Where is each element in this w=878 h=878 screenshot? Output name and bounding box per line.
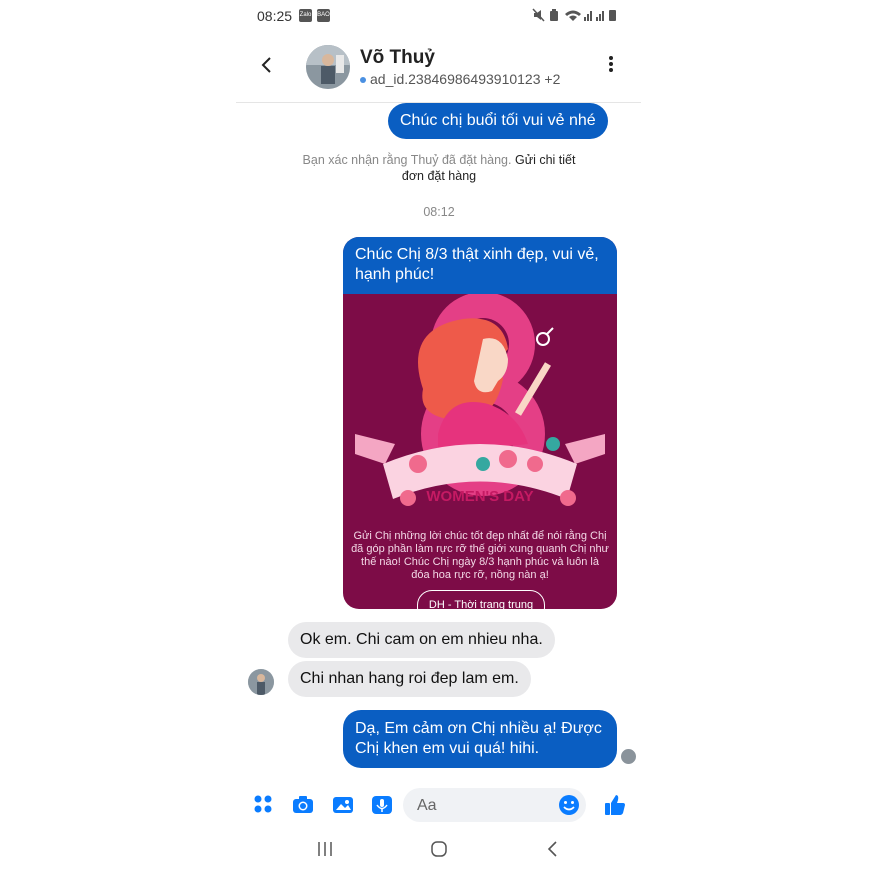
incoming-message[interactable]: Chi nhan hang roi đep lam em. <box>288 661 531 697</box>
zalo-icon: Zalo <box>299 9 312 22</box>
baomoi-icon: BAO MOI <box>317 9 330 31</box>
active-dot-icon <box>360 77 366 84</box>
outgoing-message[interactable]: Chúc chị buổi tối vui vẻ nhé <box>388 103 608 139</box>
like-button[interactable] <box>604 794 626 816</box>
camera-icon <box>293 796 313 813</box>
avatar-image <box>306 45 350 89</box>
back-button[interactable] <box>256 54 276 80</box>
system-note-text: Bạn xác nhận rằng Thuỷ đã đặt hàng. <box>302 153 512 167</box>
card-caption: Gửi Chị những lời chúc tốt đẹp nhất để n… <box>351 530 609 581</box>
contact-avatar[interactable] <box>306 45 350 89</box>
seen-indicator-avatar <box>621 749 636 764</box>
voice-icon <box>372 796 392 814</box>
chevron-left-icon <box>261 57 271 73</box>
system-back-button[interactable] <box>538 840 568 864</box>
grid-menu-icon <box>254 795 272 813</box>
message-composer[interactable] <box>403 788 586 824</box>
recents-icon <box>318 842 332 856</box>
outgoing-message[interactable]: Dạ, Em cảm ơn Chị nhiều ạ! Được Chị khen… <box>343 710 617 768</box>
home-icon <box>431 841 447 857</box>
gallery-button[interactable] <box>332 794 354 816</box>
contact-subtitle: ad_id.23846986493910123 +2 <box>360 71 560 87</box>
back-icon <box>547 841 557 857</box>
system-note: Bạn xác nhận rằng Thuỷ đã đặt hàng. Gửi … <box>294 152 584 184</box>
recent-apps-button[interactable] <box>310 840 340 864</box>
status-time: 08:25 <box>257 8 293 24</box>
grid-menu-button[interactable] <box>253 794 275 816</box>
ad-id-text: ad_id.23846986493910123 +2 <box>370 71 561 87</box>
incoming-message[interactable]: Ok em. Chi cam on em nhieu nha. <box>288 622 555 658</box>
more-vertical-icon <box>609 56 613 72</box>
emoji-button[interactable] <box>558 794 580 816</box>
greeting-card-message[interactable]: Chúc Chị 8/3 thật xinh đẹp, vui vẻ, hạnh… <box>343 237 617 609</box>
chat-header <box>236 36 641 103</box>
card-action-button[interactable]: DH - Thời trang trung niên <box>417 590 545 609</box>
avatar-image <box>248 669 274 695</box>
home-button[interactable] <box>424 840 454 864</box>
emoji-icon <box>559 795 579 815</box>
message-input[interactable] <box>415 788 549 824</box>
camera-button[interactable] <box>292 794 314 816</box>
like-icon <box>605 795 625 815</box>
card-banner-text: WOMEN'S DAY <box>426 488 533 505</box>
image-icon <box>333 797 353 813</box>
status-indicator-icons <box>532 8 616 22</box>
message-timestamp: 08:12 <box>423 205 455 219</box>
womens-day-illustration: WOMEN'S DAY <box>343 294 617 530</box>
card-text: Chúc Chị 8/3 thật xinh đẹp, vui vẻ, hạnh… <box>343 237 617 302</box>
voice-button[interactable] <box>371 794 393 816</box>
status-icons <box>532 7 620 22</box>
sender-avatar[interactable] <box>248 669 274 695</box>
contact-name[interactable]: Võ Thuỷ <box>360 47 435 69</box>
more-options-button[interactable] <box>602 54 620 80</box>
